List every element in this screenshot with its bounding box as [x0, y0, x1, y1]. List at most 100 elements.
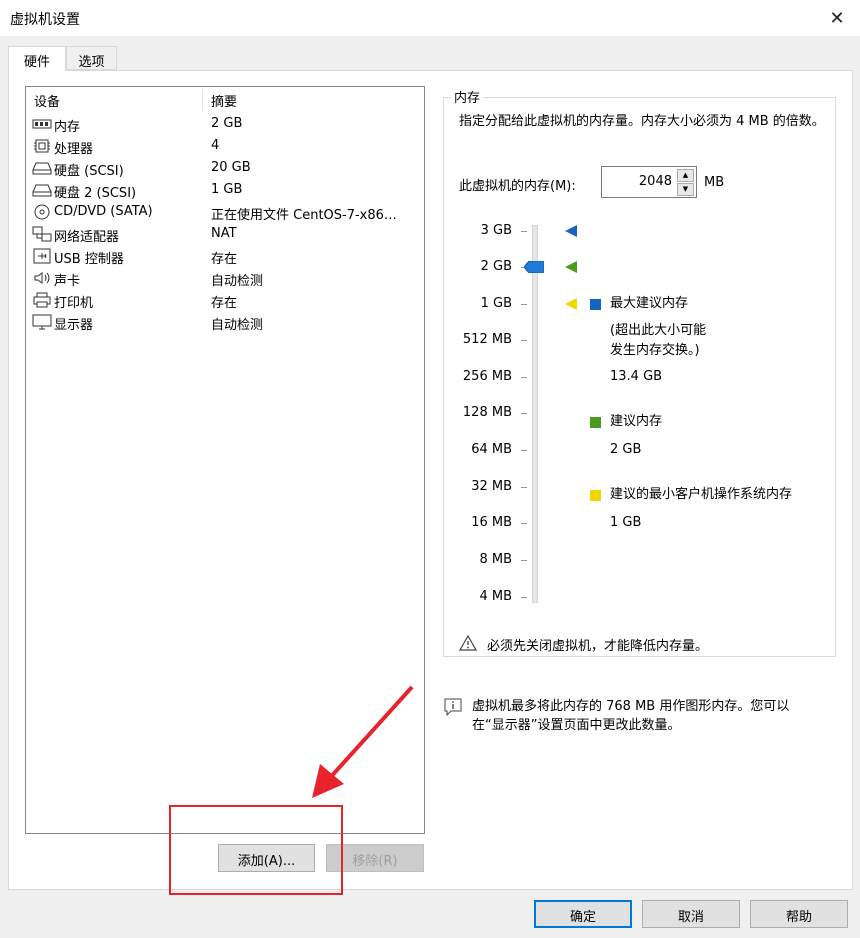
scale-label: 4 MB: [479, 589, 512, 604]
window-title: 虚拟机设置: [10, 12, 80, 28]
scale-label: 16 MB: [471, 515, 512, 530]
network-adapter-icon: [32, 226, 52, 242]
tab-hardware[interactable]: 硬件: [8, 46, 66, 71]
tab-options[interactable]: 选项: [66, 46, 117, 70]
warning-text: 必须先关闭虚拟机，才能降低内存量。: [487, 639, 709, 654]
recommended-legend-icon: [590, 417, 601, 428]
info-line: 虚拟机最多将此内存的 768 MB 用作图形内存。您可以: [472, 699, 790, 714]
warning-icon: [459, 635, 477, 651]
memory-icon: [32, 119, 52, 129]
hard-disk-icon: [32, 184, 52, 197]
min-recommended-value: 1 GB: [610, 515, 642, 530]
display-icon: [32, 314, 52, 330]
info-icon: [444, 698, 462, 716]
memory-spinbox[interactable]: 2048 ▲ ▼: [601, 166, 697, 198]
info-line: 在“显示器”设置页面中更改此数量。: [472, 718, 681, 733]
memory-slider-thumb[interactable]: [524, 261, 544, 273]
recommended-label: 建议内存: [610, 414, 663, 429]
printer-icon: [33, 292, 51, 308]
ok-button[interactable]: 确定: [534, 900, 632, 928]
device-row-processor[interactable]: 处理器 4: [30, 135, 422, 157]
cd-dvd-icon: [34, 204, 50, 220]
memory-unit: MB: [704, 175, 725, 190]
scale-label: 32 MB: [471, 479, 512, 494]
hard-disk-icon: [32, 162, 52, 175]
device-summary: NAT: [211, 226, 237, 241]
device-summary: 4: [211, 138, 220, 153]
memory-slider-track[interactable]: [532, 225, 538, 603]
device-summary: 正在使用文件 CentOS-7-x86…: [211, 208, 397, 223]
scale-label: 3 GB: [480, 223, 512, 238]
slider-tick: [521, 597, 527, 598]
device-summary: 存在: [211, 252, 238, 267]
max-recommended-note: (超出此大小可能: [610, 323, 707, 338]
device-row-network-adapter[interactable]: 网络适配器 NAT: [30, 223, 422, 245]
scale-label: 256 MB: [462, 369, 512, 384]
slider-tick: [521, 304, 527, 305]
scale-label: 64 MB: [471, 442, 512, 457]
device-summary: 2 GB: [211, 116, 243, 131]
device-name: CD/DVD (SATA): [54, 204, 153, 219]
device-row-hard-disk-2[interactable]: 硬盘 2 (SCSI) 1 GB: [30, 179, 422, 201]
slider-tick: [521, 560, 527, 561]
slider-tick: [521, 523, 527, 524]
memory-description: 指定分配给此虚拟机的内存量。内存大小必须为 4 MB 的倍数。: [459, 114, 825, 129]
device-name: 网络适配器: [54, 230, 120, 245]
device-summary: 20 GB: [211, 160, 251, 175]
slider-tick: [521, 487, 527, 488]
max-recommended-legend-icon: [590, 299, 601, 310]
device-row-cd-dvd[interactable]: CD/DVD (SATA) 正在使用文件 CentOS-7-x86…: [30, 201, 422, 223]
device-row-hard-disk[interactable]: 硬盘 (SCSI) 20 GB: [30, 157, 422, 179]
device-row-memory[interactable]: 内存 2 GB: [30, 113, 422, 135]
max-recommended-label: 最大建议内存: [610, 296, 689, 311]
device-name: USB 控制器: [54, 252, 124, 267]
help-button[interactable]: 帮助: [750, 900, 848, 928]
recommended-value: 2 GB: [610, 442, 642, 457]
recommended-marker-icon: [565, 261, 577, 273]
spin-down-icon[interactable]: ▼: [677, 183, 694, 196]
device-row-usb[interactable]: USB 控制器 存在: [30, 245, 422, 267]
scale-label: 128 MB: [462, 405, 512, 420]
memory-field-label: 此虚拟机的内存(M):: [459, 179, 576, 194]
device-name: 内存: [54, 120, 81, 135]
device-name: 显示器: [54, 318, 94, 333]
device-summary: 自动检测: [211, 318, 264, 333]
usb-icon: [33, 248, 51, 264]
scale-label: 2 GB: [480, 259, 512, 274]
device-summary: 自动检测: [211, 274, 264, 289]
device-name: 处理器: [54, 142, 94, 157]
slider-tick: [521, 231, 527, 232]
summary-column-header[interactable]: 摘要: [211, 91, 237, 110]
sound-card-icon: [34, 272, 50, 284]
scale-label: 512 MB: [462, 332, 512, 347]
device-name: 打印机: [54, 296, 94, 311]
min-recommended-legend-icon: [590, 490, 601, 501]
device-row-display[interactable]: 显示器 自动检测: [30, 311, 422, 333]
cancel-button[interactable]: 取消: [642, 900, 740, 928]
memory-group-title: 内存: [451, 87, 484, 106]
graphics-memory-info: 虚拟机最多将此内存的 768 MB 用作图形内存。您可以 在“显示器”设置页面中…: [472, 697, 842, 735]
device-row-sound-card[interactable]: 声卡 自动检测: [30, 267, 422, 289]
processor-icon: [34, 139, 50, 153]
device-name: 声卡: [54, 274, 81, 289]
device-summary: 存在: [211, 296, 238, 311]
column-separator[interactable]: [202, 89, 203, 111]
min-recommended-label: 建议的最小客户机操作系统内存: [610, 487, 793, 502]
title-bar: 虚拟机设置 ✕: [0, 0, 860, 36]
min-recommended-marker-icon: [565, 298, 577, 310]
device-column-header[interactable]: 设备: [34, 91, 60, 110]
annotation-highlight-box: [169, 805, 343, 895]
max-recommended-note: 发生内存交换。): [610, 343, 700, 358]
scale-label: 8 MB: [479, 552, 512, 567]
slider-tick: [521, 450, 527, 451]
device-name: 硬盘 2 (SCSI): [54, 186, 137, 201]
slider-tick: [521, 340, 527, 341]
spin-up-icon[interactable]: ▲: [677, 169, 694, 182]
scale-label: 1 GB: [480, 296, 512, 311]
max-recommended-marker-icon: [565, 225, 577, 237]
memory-value[interactable]: 2048: [639, 174, 672, 189]
device-row-printer[interactable]: 打印机 存在: [30, 289, 422, 311]
slider-tick: [521, 413, 527, 414]
close-icon[interactable]: ✕: [814, 0, 860, 36]
max-recommended-value: 13.4 GB: [610, 369, 663, 384]
